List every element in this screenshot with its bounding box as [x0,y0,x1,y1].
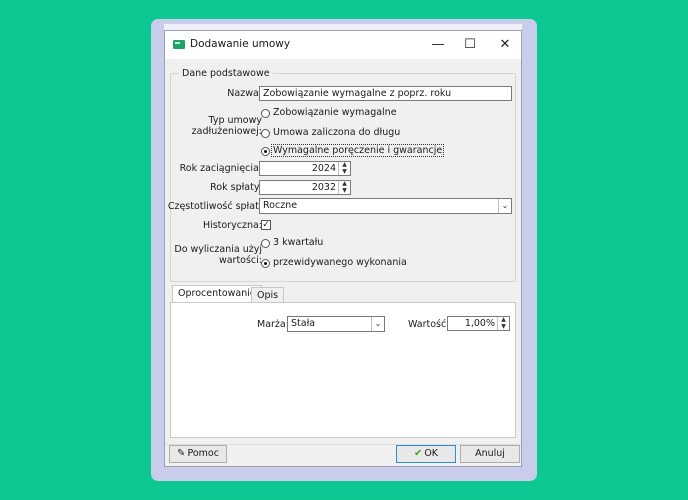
year-repaid-label: Rok spłaty: [210,182,262,193]
value-label: Wartość: [408,319,450,330]
help-icon: ✎ [177,448,186,459]
spin-down-icon[interactable]: ▼ [498,323,509,331]
tab-oprocentowanie[interactable]: Oprocentowanie [172,285,262,303]
dialog-window: Dodawanie umowy — ☐ ✕ Dane podstawowe Na… [164,30,522,467]
app-icon [173,40,185,49]
cancel-button[interactable]: Anuluj [460,445,520,463]
year-taken-value: 2024 [311,163,336,174]
year-taken-arrows[interactable]: ▲ ▼ [338,161,350,176]
maximize-button[interactable]: ☐ [455,34,485,56]
frequency-select[interactable]: Roczne ⌄ [259,198,512,214]
dialog-body: Dane podstawowe Nazwa: Zobowiązanie wyma… [165,59,521,466]
ok-button[interactable]: ✔ OK [396,445,456,463]
interest-panel: Marża: Stała ⌄ Wartość: 1,00% ▲ ▼ [170,302,516,438]
help-button[interactable]: ✎ Pomoc [169,445,227,463]
title-bar[interactable]: Dodawanie umowy — ☐ ✕ [165,31,521,59]
type-radio-1[interactable] [261,129,270,138]
minimize-button[interactable]: — [423,34,453,56]
ok-button-label: OK [424,448,439,459]
year-repaid-arrows[interactable]: ▲ ▼ [338,180,350,195]
cancel-button-label: Anuluj [475,448,505,459]
value-arrows[interactable]: ▲ ▼ [497,316,509,331]
year-taken-stepper[interactable]: 2024 ▲ ▼ [259,161,351,176]
year-taken-label: Rok zaciągnięcia: [179,163,262,174]
frequency-value: Roczne [263,200,298,211]
close-button[interactable]: ✕ [490,34,520,56]
check-icon: ✔ [413,448,423,459]
type-label: Typ umowy zadłużeniowej: [191,115,262,137]
calc-radio-1[interactable] [261,259,270,268]
tab-opis[interactable]: Opis [251,287,285,303]
type-option-0[interactable]: Zobowiązanie wymagalne [273,107,397,118]
chevron-down-icon[interactable]: ⌄ [498,199,511,213]
frequency-label: Częstotliwość spłat: [167,201,262,212]
type-radio-2[interactable] [261,147,270,156]
name-input[interactable]: Zobowiązanie wymagalne z poprz. roku [259,86,512,101]
calc-option-0[interactable]: 3 kwartału [273,237,323,248]
historical-label: Historyczna: [202,220,262,231]
chevron-down-icon[interactable]: ⌄ [371,317,384,331]
margin-select[interactable]: Stała ⌄ [287,316,385,332]
margin-value: Stała [291,318,316,329]
calc-radio-0[interactable] [261,239,270,248]
help-button-label: Pomoc [187,448,219,459]
basic-data-group: Dane podstawowe Nazwa: Zobowiązanie wyma… [167,68,516,282]
year-repaid-value: 2032 [311,182,336,193]
type-option-2[interactable]: Wymagalne poręczenie i gwarancje [270,144,445,157]
calc-option-1[interactable]: przewidywanego wykonania [273,257,407,268]
value-stepper[interactable]: 1,00% ▲ ▼ [447,316,510,331]
calc-label: Do wyliczania użyj wartości: [174,244,262,266]
type-radio-0[interactable] [261,109,270,118]
interest-value: 1,00% [464,318,495,329]
year-repaid-stepper[interactable]: 2032 ▲ ▼ [259,180,351,195]
group-legend: Dane podstawowe [179,68,273,79]
margin-label: Marża: [257,319,289,330]
historical-checkbox[interactable]: ✓ [261,220,271,230]
type-option-1[interactable]: Umowa zaliczona do długu [273,127,400,138]
spin-down-icon[interactable]: ▼ [339,168,350,176]
window-title: Dodawanie umowy [190,38,291,50]
name-label: Nazwa: [227,88,262,99]
spin-down-icon[interactable]: ▼ [339,187,350,195]
